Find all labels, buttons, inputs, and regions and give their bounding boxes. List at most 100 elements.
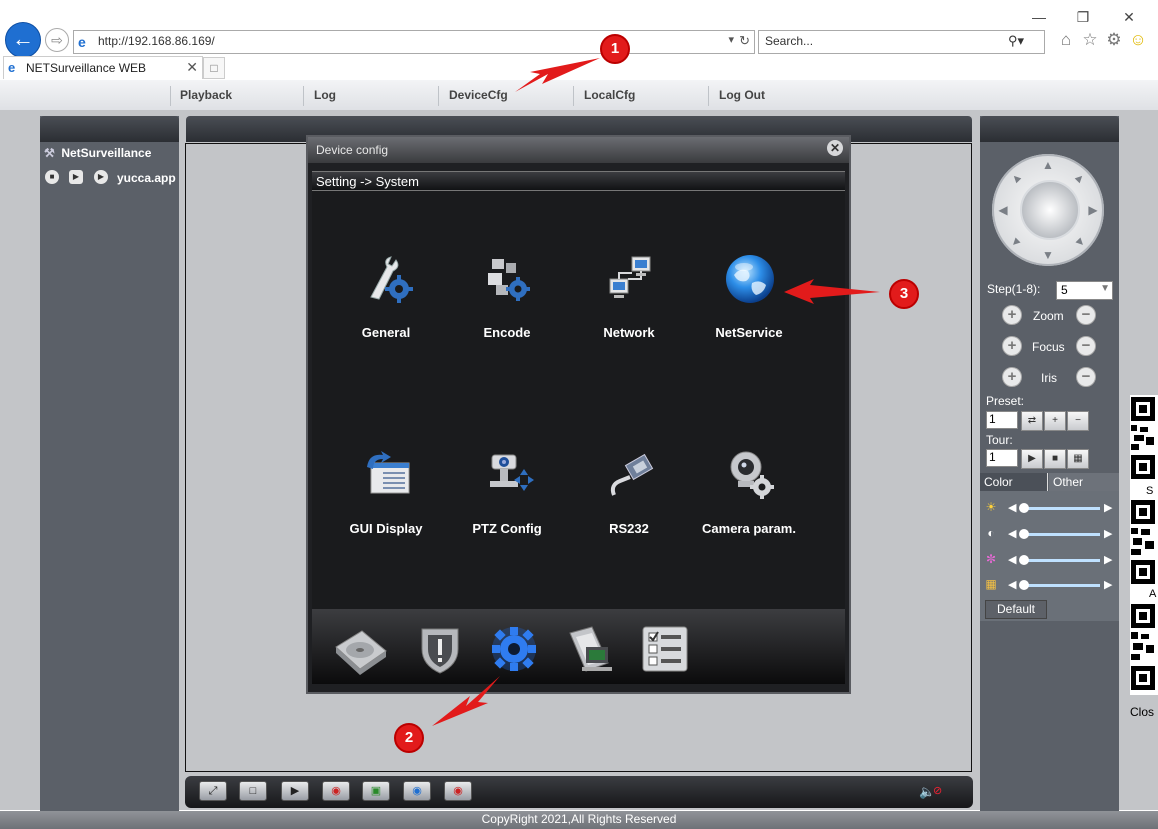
increase-arrow-icon[interactable]: ▶ [1104, 527, 1112, 540]
tree-root-label: NetSurveillance [61, 146, 152, 160]
config-encode[interactable]: Encode [447, 253, 567, 353]
default-button[interactable]: Default [985, 600, 1047, 619]
search-icon[interactable]: ⚲▾ [1008, 33, 1024, 49]
record-start-button[interactable]: ◉ [403, 781, 431, 801]
tour-play-button[interactable]: ▶ [1021, 449, 1043, 469]
config-gui-display[interactable]: GUI Display [326, 449, 446, 549]
record-stop-button[interactable]: ◉ [444, 781, 472, 801]
focus-in-button[interactable]: + [1002, 336, 1022, 356]
zoom-in-button[interactable]: + [1002, 305, 1022, 325]
fullscreen-button[interactable]: ⤢ [199, 781, 227, 801]
single-view-button[interactable]: □ [239, 781, 267, 801]
address-bar[interactable]: e http://192.168.86.169/ ▾ ↻ [73, 30, 755, 54]
open-all-video-button[interactable]: ▶ [281, 781, 309, 801]
minimize-icon[interactable]: — [1030, 8, 1048, 26]
stop-icon[interactable]: ■ [45, 170, 59, 184]
ptz-center-button[interactable] [1020, 180, 1080, 240]
settings-gear-icon[interactable]: ⚙ [1104, 30, 1124, 50]
slider-knob[interactable] [1019, 503, 1029, 513]
decrease-arrow-icon[interactable]: ◀ [1008, 578, 1016, 591]
play-icon[interactable]: ▶ [69, 170, 83, 184]
arrow-up-right-icon[interactable]: ▲ [1070, 168, 1090, 188]
config-general[interactable]: General [326, 253, 446, 353]
decrease-arrow-icon[interactable]: ◀ [1008, 553, 1016, 566]
hard-disk-icon[interactable] [332, 623, 388, 675]
home-icon[interactable]: ⌂ [1056, 30, 1076, 50]
slider-track [1020, 584, 1100, 587]
menu-divider [573, 86, 574, 106]
close-window-icon[interactable]: ✕ [1120, 8, 1138, 26]
slider-knob[interactable] [1019, 580, 1029, 590]
increase-arrow-icon[interactable]: ▶ [1104, 578, 1112, 591]
menu-localcfg[interactable]: LocalCfg [584, 88, 635, 102]
decrease-arrow-icon[interactable]: ◀ [1008, 527, 1016, 540]
address-dropdown-icon[interactable]: ▾ [728, 33, 734, 46]
config-netservice[interactable]: NetService [689, 253, 809, 353]
increase-arrow-icon[interactable]: ▶ [1104, 501, 1112, 514]
tree-root-item[interactable]: ⚒ NetSurveillance [44, 146, 151, 160]
arrow-down-icon[interactable]: ▼ [1041, 248, 1055, 262]
decrease-arrow-icon[interactable]: ◀ [1008, 501, 1016, 514]
menu-logout[interactable]: Log Out [719, 88, 765, 102]
search-input[interactable]: Search... ⚲▾ [758, 30, 1045, 54]
focus-out-button[interactable]: − [1076, 336, 1096, 356]
zoom-out-button[interactable]: − [1076, 305, 1096, 325]
tour-grid-button[interactable]: ▦ [1067, 449, 1089, 469]
arrow-left-icon[interactable]: ◀ [996, 203, 1010, 217]
arrow-down-left-icon[interactable]: ▼ [1006, 232, 1026, 252]
preset-input[interactable]: 1 [986, 411, 1018, 429]
arrow-up-left-icon[interactable]: ▲ [1006, 168, 1026, 188]
tab-close-icon[interactable]: ✕ [186, 59, 198, 76]
slider-knob[interactable] [1019, 529, 1029, 539]
forward-button[interactable]: ⇨ [45, 28, 69, 52]
config-ptz[interactable]: PTZ Config [447, 449, 567, 549]
ptz-direction-pad[interactable]: ▲ ▼ ◀ ▶ ▲ ▲ ▼ ▼ [992, 154, 1104, 266]
brightness-slider[interactable]: ☀ ◀ ▶ [984, 500, 1116, 516]
preset-remove-button[interactable]: − [1067, 411, 1089, 431]
tab-color[interactable]: Color [980, 473, 1048, 491]
tour-input[interactable]: 1 [986, 449, 1018, 467]
alarm-shield-icon[interactable] [412, 623, 468, 675]
step-select[interactable]: 5 ▼ [1056, 281, 1113, 300]
monitor-play-icon: ▶ [290, 785, 300, 797]
video-toolbar: ⤢ □ ▶ ◉ ▣ ◉ ◉ 🔈 ⊘ [185, 776, 973, 808]
color-other-tabs: Color Other [980, 473, 1119, 491]
increase-arrow-icon[interactable]: ▶ [1104, 553, 1112, 566]
menu-devicecfg[interactable]: DeviceCfg [449, 88, 508, 102]
contrast-slider[interactable]: ◐ ◀ ▶ [984, 526, 1116, 542]
restore-icon[interactable]: ❐ [1074, 8, 1092, 26]
slider-knob[interactable] [1019, 555, 1029, 565]
hue-slider[interactable]: ▦ ◀ ▶ [984, 577, 1116, 593]
new-tab-button[interactable]: □ [203, 57, 225, 79]
preset-add-button[interactable]: + [1044, 411, 1066, 431]
favorites-star-icon[interactable]: ☆ [1080, 30, 1100, 50]
close-all-video-button[interactable]: ◉ [322, 781, 350, 801]
menu-playback[interactable]: Playback [180, 88, 232, 102]
play-circle-icon[interactable]: ▶ [94, 170, 108, 184]
browser-tab[interactable]: e NETSurveillance WEB ✕ [3, 56, 203, 79]
config-camera-param[interactable]: Camera param. [689, 449, 809, 549]
preset-goto-button[interactable]: ⇄ [1021, 411, 1043, 431]
advanced-tools-icon[interactable] [562, 623, 618, 675]
tour-stop-button[interactable]: ■ [1044, 449, 1066, 469]
system-gear-icon[interactable] [486, 623, 542, 675]
snapshot-button[interactable]: ▣ [362, 781, 390, 801]
iris-close-button[interactable]: − [1076, 367, 1096, 387]
tree-device-label[interactable]: yucca.app [117, 171, 176, 185]
qr-close-label[interactable]: Clos [1130, 705, 1154, 719]
menu-log[interactable]: Log [314, 88, 336, 102]
config-rs232[interactable]: RS232 [569, 449, 689, 549]
dialog-close-button[interactable]: ✕ [827, 140, 843, 156]
arrow-right-icon[interactable]: ▶ [1086, 203, 1100, 217]
refresh-icon[interactable]: ↻ [739, 33, 750, 49]
saturation-slider[interactable]: ✼ ◀ ▶ [984, 552, 1116, 568]
tab-other[interactable]: Other [1049, 473, 1119, 491]
back-button[interactable]: ← [5, 22, 41, 58]
smiley-feedback-icon[interactable]: ☺ [1128, 30, 1148, 50]
config-network[interactable]: Network [569, 253, 689, 353]
menu-divider [438, 86, 439, 106]
info-list-icon[interactable] [637, 623, 693, 675]
arrow-down-right-icon[interactable]: ▼ [1070, 232, 1090, 252]
arrow-up-icon[interactable]: ▲ [1041, 158, 1055, 172]
iris-open-button[interactable]: + [1002, 367, 1022, 387]
